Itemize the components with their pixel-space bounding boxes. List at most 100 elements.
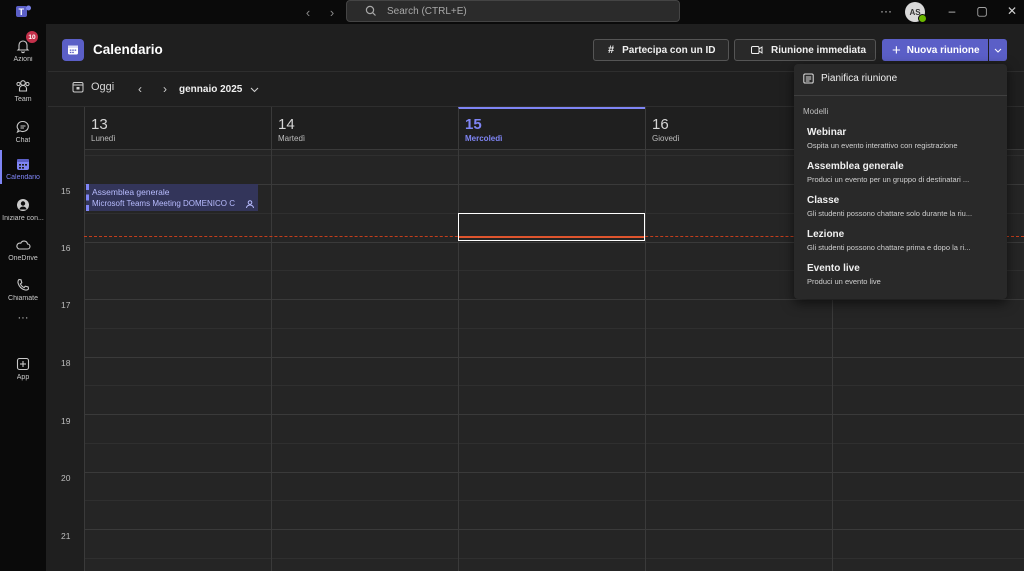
maximize-button[interactable]: ▢ — [971, 2, 993, 20]
forward-arrow-icon[interactable]: › — [323, 3, 341, 21]
menu-divider — [794, 95, 1007, 96]
menu-item-webinar[interactable]: Webinar Ospita un evento interattivo con… — [807, 127, 1002, 150]
rail-item-azioni[interactable]: Azioni — [0, 32, 46, 68]
teams-logo-icon: T — [14, 4, 32, 20]
day-header-today[interactable]: 15 Mercoledì — [458, 107, 645, 150]
join-with-id-button[interactable]: # Partecipa con un ID — [593, 39, 729, 61]
day-name: Martedì — [278, 134, 306, 143]
menu-section-title: Modelli — [803, 107, 829, 116]
day-number: 14 — [278, 116, 295, 133]
page-title: Calendario — [93, 42, 163, 57]
calendar-app-icon — [62, 39, 84, 61]
rail-item-label: Chat — [15, 136, 31, 144]
day-number: 13 — [91, 116, 108, 133]
more-options-button[interactable]: ··· — [875, 2, 897, 20]
svg-text:T: T — [19, 7, 25, 17]
search-input[interactable]: Search (CTRL+E) — [346, 0, 680, 22]
search-icon — [365, 5, 377, 17]
rail-item-onedrive[interactable]: OneDrive — [0, 231, 46, 267]
day-header[interactable]: 14 Martedì — [271, 107, 458, 150]
minimize-button[interactable]: – — [941, 2, 963, 20]
day-name: Lunedì — [91, 134, 116, 143]
apps-icon — [15, 356, 31, 372]
grid-line — [84, 558, 1024, 559]
rail-item-chat[interactable]: Chat — [0, 113, 46, 149]
chevron-down-icon — [994, 48, 1002, 53]
menu-item-schedule-meeting[interactable]: Pianifica riunione — [803, 73, 897, 84]
rail-item-label: App — [16, 373, 30, 381]
rail-item-label: Azioni — [13, 55, 33, 63]
day-column-divider — [84, 150, 85, 571]
new-meeting-button[interactable]: + Nuova riunione — [882, 39, 988, 61]
menu-item-classe[interactable]: Classe Gli studenti possono chattare sol… — [807, 195, 1002, 218]
menu-item-description: Ospita un evento interattivo con registr… — [807, 141, 958, 150]
day-name: Mercoledì — [465, 134, 503, 143]
rail-item-label: Iniziare con... — [2, 214, 44, 222]
notification-badge: 10 — [26, 31, 38, 43]
rail-item-calendario[interactable]: Calendario — [0, 150, 46, 186]
grid-line — [84, 357, 1024, 358]
meet-now-button[interactable]: Riunione immediata — [734, 39, 876, 61]
chevron-right-icon: › — [163, 82, 167, 96]
month-picker[interactable]: gennaio 2025 — [179, 84, 259, 95]
hour-label: 18 — [61, 358, 71, 368]
menu-item-assemblea-generale[interactable]: Assemblea generale Produci un evento per… — [807, 161, 1002, 184]
new-meeting-dropdown-button[interactable] — [989, 39, 1007, 61]
grid-line — [84, 299, 1024, 300]
previous-week-button[interactable]: ‹ — [133, 82, 147, 96]
menu-item-evento-live[interactable]: Evento live Produci un evento live — [807, 263, 1002, 286]
menu-item-description: Produci un evento per un gruppo di desti… — [807, 175, 970, 184]
hour-label: 19 — [61, 416, 71, 426]
day-column-divider — [271, 150, 272, 571]
rail-item-label: Calendario — [6, 173, 40, 181]
day-header[interactable]: 13 Lunedì — [84, 107, 271, 150]
next-week-button[interactable]: › — [158, 82, 172, 96]
chevron-down-icon — [250, 87, 259, 93]
today-label: Oggi — [91, 81, 115, 93]
day-number: 15 — [465, 116, 482, 133]
more-icon: ··· — [17, 312, 29, 324]
meet-now-label: Riunione immediata — [771, 44, 867, 56]
today-button[interactable]: Oggi — [72, 81, 114, 93]
grid-line — [84, 385, 1024, 386]
month-label: gennaio 2025 — [179, 84, 243, 95]
plus-icon: + — [892, 41, 901, 59]
rail-item-label: Team — [14, 95, 32, 103]
rail-item-iniziare[interactable]: Iniziare con... — [0, 191, 46, 227]
rail-item-label: Chiamate — [8, 294, 38, 302]
rail-item-chiamate[interactable]: Chiamate — [0, 271, 46, 307]
hour-label: 15 — [61, 186, 71, 196]
grid-line — [84, 328, 1024, 329]
calendar-icon — [15, 156, 31, 172]
hash-icon: # — [608, 44, 615, 56]
day-column-divider — [645, 150, 646, 571]
schedule-meeting-label: Pianifica riunione — [821, 73, 898, 84]
menu-item-title: Lezione — [807, 229, 845, 240]
selected-time-slot[interactable] — [458, 213, 645, 241]
menu-item-lezione[interactable]: Lezione Gli studenti possono chattare pr… — [807, 229, 1002, 252]
rail-item-app[interactable]: App — [0, 350, 46, 386]
menu-item-title: Classe — [807, 195, 840, 206]
schedule-icon — [803, 73, 814, 84]
search-placeholder: Search (CTRL+E) — [387, 5, 467, 17]
menu-item-description: Gli studenti possono chattare prima e do… — [807, 243, 971, 252]
back-arrow-icon[interactable]: ‹ — [299, 3, 317, 21]
grid-line — [84, 414, 1024, 415]
close-button[interactable]: ✕ — [1001, 2, 1023, 20]
event-title: Assemblea generale — [92, 187, 170, 197]
rail-item-team[interactable]: Team — [0, 72, 46, 108]
rail-more-button[interactable]: ··· — [0, 308, 46, 328]
hour-label: 17 — [61, 300, 71, 310]
hour-label: 20 — [61, 473, 71, 483]
grid-line — [84, 443, 1024, 444]
menu-item-title: Assemblea generale — [807, 161, 904, 172]
grid-line — [84, 529, 1024, 530]
recording-icon — [245, 199, 255, 209]
event-detail: Microsoft Teams Meeting DOMENICO C — [92, 199, 235, 208]
menu-item-title: Evento live — [807, 263, 860, 274]
hour-label: 21 — [61, 531, 71, 541]
video-camera-icon — [751, 45, 763, 55]
onedrive-icon — [15, 237, 31, 253]
calendar-event[interactable]: Assemblea generale Microsoft Teams Meeti… — [86, 184, 258, 211]
grid-line — [84, 500, 1024, 501]
